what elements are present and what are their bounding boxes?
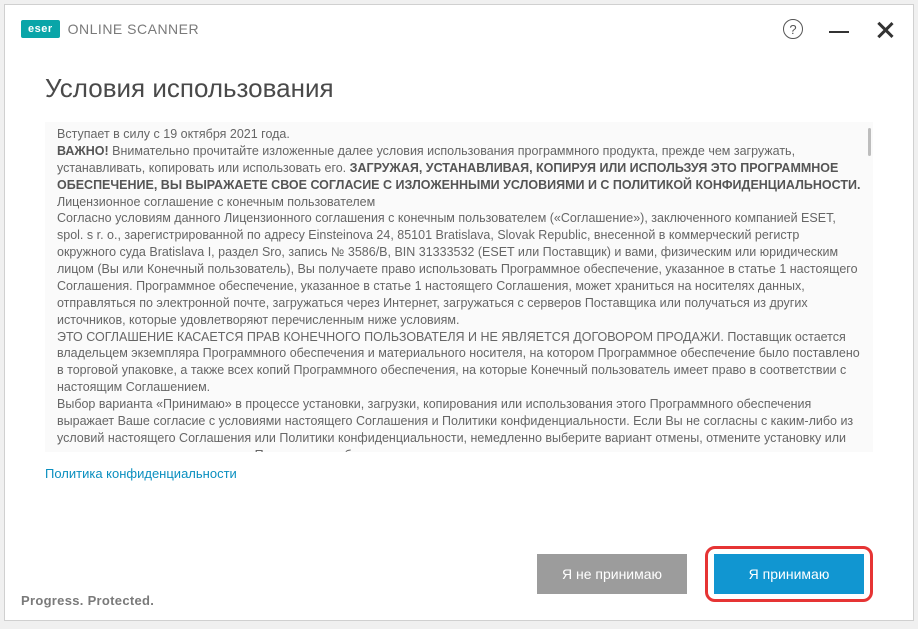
eula-important-label: ВАЖНО!: [57, 144, 109, 158]
eula-effective-date: Вступает в силу с 19 октября 2021 года.: [57, 126, 861, 143]
decline-button[interactable]: Я не принимаю: [537, 554, 687, 594]
accept-button[interactable]: Я принимаю: [714, 554, 864, 594]
button-row: Я не принимаю Я принимаю: [45, 546, 873, 620]
footer-tagline: Progress. Protected.: [21, 593, 154, 608]
eula-paragraph-2: ЭТО СОГЛАШЕНИЕ КАСАЕТСЯ ПРАВ КОНЕЧНОГО П…: [57, 329, 861, 397]
eula-license-heading: Лицензионное соглашение с конечным польз…: [57, 194, 861, 211]
privacy-policy-link[interactable]: Политика конфиденциальности: [45, 466, 873, 481]
brand-logo: eser: [21, 20, 60, 38]
scrollbar-thumb[interactable]: [868, 128, 871, 156]
minimize-icon[interactable]: [829, 31, 849, 34]
eula-paragraph-3: Выбор варианта «Принимаю» в процессе уст…: [57, 396, 861, 452]
page-title: Условия использования: [45, 73, 873, 104]
eula-important: ВАЖНО! Внимательно прочитайте изложенные…: [57, 143, 861, 194]
app-window: eser ONLINE SCANNER ? Условия использова…: [4, 4, 914, 621]
titlebar: eser ONLINE SCANNER ?: [5, 5, 913, 53]
eula-text-area[interactable]: Вступает в силу с 19 октября 2021 года. …: [45, 122, 873, 452]
product-name: ONLINE SCANNER: [68, 21, 199, 37]
close-icon[interactable]: [875, 19, 895, 39]
eula-paragraph-1: Согласно условиям данного Лицензионного …: [57, 210, 861, 328]
help-icon[interactable]: ?: [783, 19, 803, 39]
accept-highlight: Я принимаю: [705, 546, 873, 602]
